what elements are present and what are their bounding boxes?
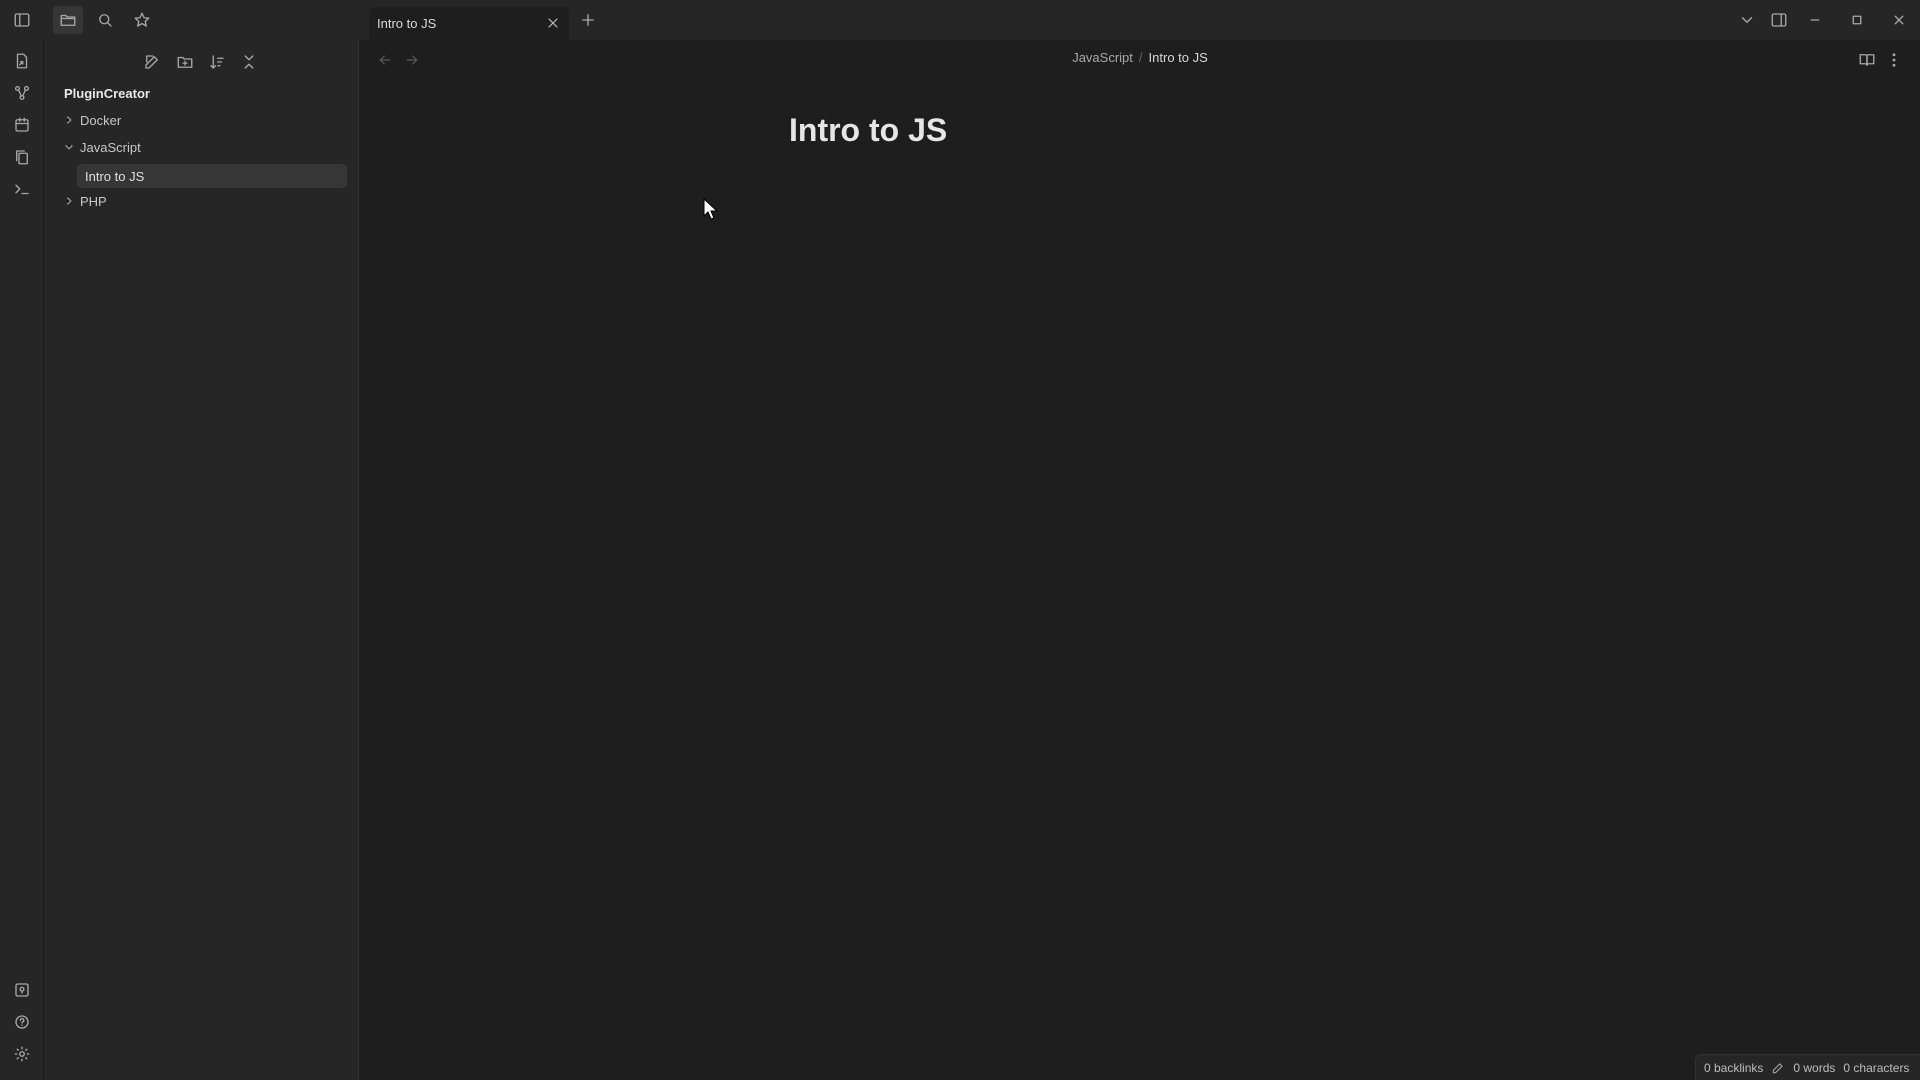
breadcrumb-current[interactable]: Intro to JS (1149, 50, 1208, 65)
toggle-right-sidebar-button[interactable] (1764, 6, 1794, 34)
collapse-all-button[interactable] (237, 50, 261, 74)
chevron-down-icon (1738, 11, 1756, 29)
vault-icon (13, 981, 31, 999)
new-note-button[interactable] (140, 50, 164, 74)
folder-label: Docker (80, 112, 122, 128)
close-icon (1890, 11, 1908, 29)
help-icon (13, 1013, 31, 1031)
title-bar: Intro to JS (0, 0, 1920, 40)
sort-icon (208, 53, 226, 71)
search-tab-button[interactable] (90, 6, 120, 34)
status-bar: 0 backlinks 0 words 0 characters (1695, 1054, 1920, 1080)
toggle-sidebar-button[interactable] (7, 6, 37, 34)
close-tab-icon[interactable] (545, 15, 561, 31)
chevron-right-icon (64, 115, 74, 125)
collapse-icon (240, 53, 258, 71)
settings-button[interactable] (10, 1042, 34, 1066)
close-window-button[interactable] (1884, 6, 1914, 34)
insert-template-button[interactable] (10, 145, 34, 169)
plus-icon (579, 11, 597, 29)
right-sidebar-icon (1770, 11, 1788, 29)
file-switch-icon (13, 52, 31, 70)
graph-icon (13, 84, 31, 102)
maximize-button[interactable] (1842, 6, 1872, 34)
search-icon (96, 11, 114, 29)
tab-intro-to-js[interactable]: Intro to JS (369, 7, 569, 40)
character-count: 0 characters (1843, 1060, 1910, 1075)
file-intro-to-js[interactable]: Intro to JS (77, 164, 347, 188)
folder-php[interactable]: PHP (64, 189, 107, 213)
breadcrumb-separator: / (1138, 50, 1143, 65)
folder-label: PHP (80, 193, 107, 209)
new-folder-button[interactable] (173, 50, 197, 74)
sidebar-toggle-icon (13, 11, 31, 29)
backlinks-count[interactable]: 0 backlinks (1704, 1061, 1763, 1075)
pencil-icon[interactable] (1771, 1061, 1785, 1075)
mouse-cursor-icon (703, 198, 719, 220)
gear-icon (13, 1045, 31, 1063)
copy-icon (13, 148, 31, 166)
open-command-palette-button[interactable] (10, 177, 34, 201)
minimize-icon (1806, 11, 1824, 29)
folder-icon (59, 11, 77, 29)
book-open-icon (1858, 51, 1876, 69)
file-explorer: PluginCreator Docker JavaScript Intro to… (44, 40, 359, 1080)
more-vertical-icon (1885, 51, 1903, 69)
files-tab-button[interactable] (53, 6, 83, 34)
open-graph-view-button[interactable] (10, 81, 34, 105)
tab-list-button[interactable] (1732, 6, 1762, 34)
calendar-icon (13, 116, 31, 134)
breadcrumb-parent[interactable]: JavaScript (1072, 50, 1133, 65)
file-label: Intro to JS (85, 168, 145, 184)
note-title[interactable]: Intro to JS (789, 112, 947, 149)
chevron-right-icon (64, 196, 74, 206)
word-count: 0 words (1793, 1060, 1836, 1075)
open-vault-button[interactable] (10, 978, 34, 1002)
minimize-button[interactable] (1800, 6, 1830, 34)
reading-view-button[interactable] (1856, 49, 1878, 71)
sort-button[interactable] (205, 50, 229, 74)
chevron-down-icon (64, 142, 74, 152)
open-daily-note-button[interactable] (10, 113, 34, 137)
vault-name[interactable]: PluginCreator (64, 86, 150, 101)
folder-label: JavaScript (80, 139, 141, 155)
folder-javascript[interactable]: JavaScript (64, 135, 141, 159)
help-button[interactable] (10, 1010, 34, 1034)
breadcrumb: JavaScript / Intro to JS (360, 50, 1920, 65)
more-options-button[interactable] (1883, 49, 1905, 71)
new-tab-button[interactable] (573, 6, 603, 34)
terminal-icon (13, 180, 31, 198)
folder-plus-icon (176, 53, 194, 71)
ribbon (0, 40, 44, 1080)
bookmarks-tab-button[interactable] (127, 6, 157, 34)
editor-pane: JavaScript / Intro to JS Intro to JS (360, 40, 1920, 1080)
tab-label: Intro to JS (377, 16, 437, 31)
maximize-icon (1848, 11, 1866, 29)
edit-icon (143, 53, 161, 71)
star-icon (133, 11, 151, 29)
folder-docker[interactable]: Docker (64, 108, 121, 132)
open-quick-switcher-button[interactable] (10, 49, 34, 73)
